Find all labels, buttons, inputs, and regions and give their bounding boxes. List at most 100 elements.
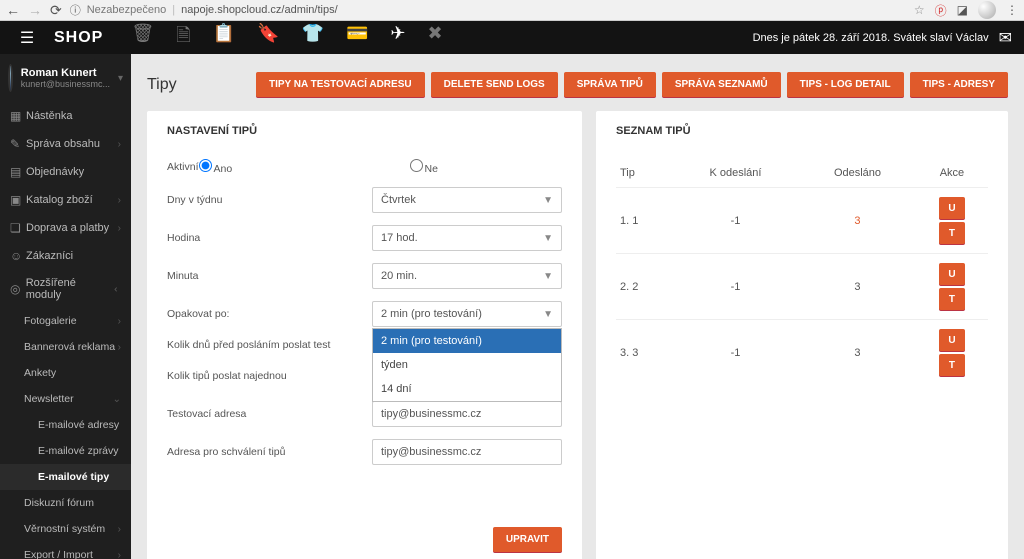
chevron-icon: › xyxy=(118,524,121,535)
approval-address-input[interactable] xyxy=(372,439,562,465)
back-icon[interactable]: ← xyxy=(6,2,20,18)
user-name: Roman Kunert xyxy=(21,67,110,79)
cell-tip: 3. 3 xyxy=(616,320,672,386)
date-info: Dnes je pátek 28. září 2018. Svátek slav… xyxy=(753,32,999,44)
submit-button[interactable]: UPRAVIT xyxy=(493,527,562,552)
tips-addresses-button[interactable]: TIPS - ADRESY xyxy=(910,72,1008,97)
nav-label: Ankety xyxy=(24,367,56,379)
nav-icon: ▣ xyxy=(10,193,26,207)
sidebar-item[interactable]: ✎Správa obsahu› xyxy=(0,130,131,158)
minute-label: Minuta xyxy=(167,270,372,282)
nav-icon: ✎ xyxy=(10,137,26,151)
tips-test-address-button[interactable]: TIPY NA TESTOVACÍ ADRESU xyxy=(256,72,425,97)
cell-actions: UT xyxy=(916,188,988,254)
radio-ne-input[interactable] xyxy=(410,159,423,172)
pinterest-icon[interactable]: ⓟ xyxy=(935,2,947,19)
sidebar-item[interactable]: ▣Katalog zboží› xyxy=(0,186,131,214)
sidebar-subitem[interactable]: Bannerová reklama› xyxy=(0,334,131,360)
tag-icon[interactable]: 🔖 xyxy=(257,23,279,53)
sidebar-subsubitem[interactable]: E-mailové tipy xyxy=(0,464,131,490)
list-heading: SEZNAM TIPŮ xyxy=(616,125,988,137)
menu-dots-icon[interactable]: ⋮ xyxy=(1006,3,1018,17)
nav-label: E-mailové tipy xyxy=(38,471,109,483)
profile-avatar-icon[interactable] xyxy=(978,1,996,19)
tips-log-detail-button[interactable]: TIPS - LOG DETAIL xyxy=(787,72,904,97)
top-bar: ☰ SHOPCLOUD 🗑 🗎 📋 🔖 👕 💳 ✈ ✖ Dnes je páte… xyxy=(0,21,1024,54)
sidebar-subitem[interactable]: Ankety xyxy=(0,360,131,386)
manage-lists-button[interactable]: SPRÁVA SEZNAMŮ xyxy=(662,72,781,97)
nav-label: Objednávky xyxy=(26,166,84,178)
tools-icon[interactable]: ✖ xyxy=(427,23,442,53)
sidebar-subsubitem[interactable]: E-mailové adresy xyxy=(0,412,131,438)
reload-icon[interactable]: ⟳ xyxy=(50,2,62,19)
minute-select[interactable]: 20 min.▼ xyxy=(372,263,562,289)
hamburger-icon[interactable]: ☰ xyxy=(0,28,54,48)
days-label: Dny v týdnu xyxy=(167,194,372,206)
star-icon[interactable]: ☆ xyxy=(914,3,925,17)
shirt-icon[interactable]: 👕 xyxy=(302,23,324,53)
sidebar-item[interactable]: ▤Objednávky xyxy=(0,158,131,186)
send-icon[interactable]: ✈ xyxy=(390,23,405,53)
u-button[interactable]: U xyxy=(939,197,965,219)
sidebar-item[interactable]: ❏Doprava a platby› xyxy=(0,214,131,242)
sent-link[interactable]: 3 xyxy=(854,215,860,227)
clipboard-icon[interactable]: 📋 xyxy=(213,23,235,53)
days-select[interactable]: Čtvrtek▼ xyxy=(372,187,562,213)
nav-icon: ◎ xyxy=(10,282,26,296)
nav-label: Katalog zboží xyxy=(26,194,93,206)
sidebar-subitem[interactable]: Newsletter⌄ xyxy=(0,386,131,412)
radio-ano-input[interactable] xyxy=(199,159,212,172)
sidebar-item[interactable]: ▦Nástěnka xyxy=(0,102,131,130)
trash-icon[interactable]: 🗑 xyxy=(131,23,154,53)
mail-icon[interactable]: ✉ xyxy=(999,28,1024,48)
t-button[interactable]: T xyxy=(939,222,965,244)
cell-o: 3 xyxy=(799,254,916,320)
card-icon[interactable]: 💳 xyxy=(346,23,368,53)
nav-icon: ❏ xyxy=(10,221,26,235)
radio-ano[interactable]: Ano xyxy=(199,159,404,175)
radio-ne[interactable]: Ne xyxy=(410,159,615,175)
hour-select[interactable]: 17 hod.▼ xyxy=(372,225,562,251)
nav-label: Export / Import xyxy=(24,549,93,559)
sidebar-subitem[interactable]: Fotogalerie› xyxy=(0,308,131,334)
cell-actions: UT xyxy=(916,320,988,386)
u-button[interactable]: U xyxy=(939,263,965,285)
manage-tips-button[interactable]: SPRÁVA TIPŮ xyxy=(564,72,656,97)
user-avatar xyxy=(8,64,13,92)
sidebar-subitem[interactable]: Diskuzní fórum xyxy=(0,490,131,516)
content: Tipy TIPY NA TESTOVACÍ ADRESU DELETE SEN… xyxy=(131,54,1024,559)
evernote-icon[interactable]: ◪ xyxy=(957,3,968,17)
cell-k: -1 xyxy=(672,320,799,386)
delete-send-logs-button[interactable]: DELETE SEND LOGS xyxy=(431,72,558,97)
user-block[interactable]: Roman Kunert kunert@businessmc... ▾ xyxy=(0,54,131,102)
page-title: Tipy xyxy=(147,76,177,94)
sidebar-subsubitem[interactable]: E-mailové zprávy xyxy=(0,438,131,464)
t-button[interactable]: T xyxy=(939,354,965,376)
document-icon[interactable]: 🗎 xyxy=(176,23,190,53)
nav-label: E-mailové zprávy xyxy=(38,445,119,457)
nav-icon: ▤ xyxy=(10,165,26,179)
forward-icon[interactable]: → xyxy=(28,2,42,18)
tips-count-label: Kolik tipů poslat najednou xyxy=(167,370,372,382)
sidebar-item[interactable]: ☺Zákazníci xyxy=(0,242,131,270)
u-button[interactable]: U xyxy=(939,329,965,351)
dropdown-option[interactable]: 14 dní xyxy=(373,377,561,401)
repeat-label: Opakovat po: xyxy=(167,308,372,320)
sidebar-item[interactable]: ◎Rozšířené moduly⌄ xyxy=(0,270,131,308)
sidebar-subitem[interactable]: Export / Import› xyxy=(0,542,131,559)
test-address-input[interactable] xyxy=(372,401,562,427)
user-email: kunert@businessmc... xyxy=(21,79,110,89)
nav-label: Rozšířené moduly xyxy=(26,277,113,301)
t-button[interactable]: T xyxy=(939,288,965,310)
sidebar-subitem[interactable]: Věrnostní systém› xyxy=(0,516,131,542)
cell-actions: UT xyxy=(916,254,988,320)
nav-label: E-mailové adresy xyxy=(38,419,119,431)
settings-heading: NASTAVENÍ TIPŮ xyxy=(167,125,562,137)
chevron-icon: ⌄ xyxy=(111,285,122,293)
dropdown-option[interactable]: týden xyxy=(373,353,561,377)
user-chevron-icon: ▾ xyxy=(118,73,123,84)
dropdown-option[interactable]: 2 min (pro testování) xyxy=(373,329,561,353)
repeat-select[interactable]: 2 min (pro testování)▼ xyxy=(372,301,562,327)
url-bar[interactable]: ⓘ Nezabezpečeno | napoje.shopcloud.cz/ad… xyxy=(70,2,338,18)
sidebar: Roman Kunert kunert@businessmc... ▾ ▦Nás… xyxy=(0,54,131,559)
